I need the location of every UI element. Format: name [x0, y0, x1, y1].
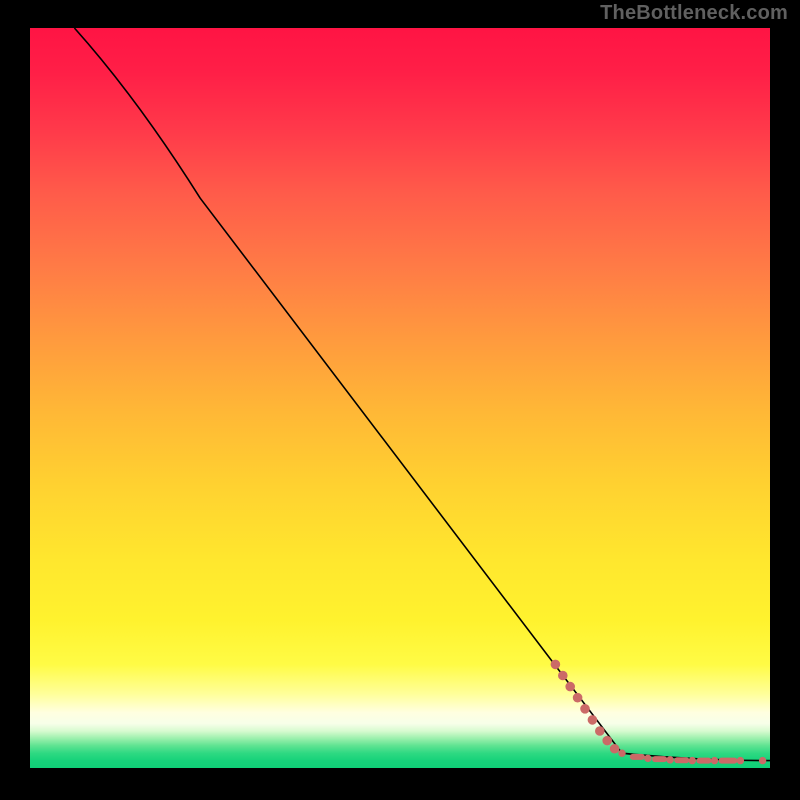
data-point: [581, 705, 590, 714]
data-point: [551, 660, 560, 669]
data-point: [645, 755, 651, 761]
bottleneck-curve: [74, 28, 770, 761]
data-point: [559, 671, 568, 680]
data-point: [588, 716, 597, 725]
watermark-text: TheBottleneck.com: [600, 2, 788, 25]
plot-area: [30, 28, 770, 768]
curve-layer: [74, 28, 770, 761]
data-point: [610, 744, 619, 753]
data-point: [667, 757, 673, 763]
chart-frame: TheBottleneck.com: [0, 0, 800, 800]
data-point: [759, 757, 765, 763]
data-point: [689, 757, 695, 763]
data-point: [711, 757, 717, 763]
data-point: [737, 757, 743, 763]
chart-overlay: [30, 28, 770, 768]
data-point: [573, 693, 582, 702]
data-point: [603, 736, 612, 745]
data-point: [566, 682, 575, 691]
data-point: [619, 750, 625, 756]
points-layer: [551, 660, 766, 764]
data-point: [596, 727, 605, 736]
